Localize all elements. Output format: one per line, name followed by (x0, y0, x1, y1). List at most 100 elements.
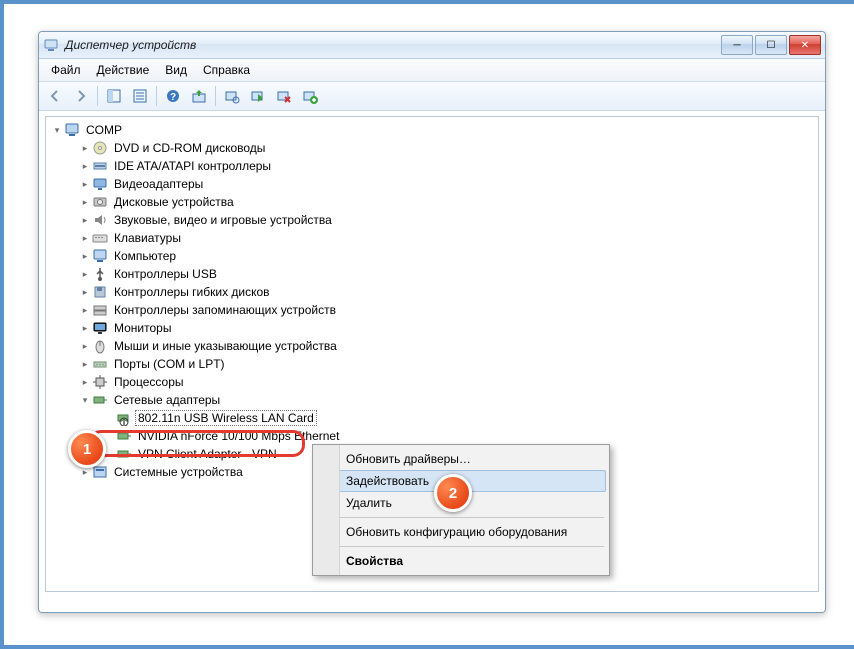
device-label: Процессоры (112, 375, 186, 389)
tree-category-12[interactable]: ▸ Порты (COM и LPT) (46, 355, 818, 373)
device-label: Компьютер (112, 249, 178, 263)
device-label: Контроллеры USB (112, 267, 219, 281)
expander-icon[interactable] (104, 413, 114, 423)
expander-icon[interactable]: ▸ (80, 143, 90, 153)
tree-device-network-1[interactable]: NVIDIA nForce 10/100 Mbps Ethernet (46, 427, 818, 445)
device-icon (92, 230, 108, 246)
device-label: Дисковые устройства (112, 195, 236, 209)
ctx-properties[interactable]: Свойства (316, 550, 606, 572)
tree-category-4[interactable]: ▸ Звуковые, видео и игровые устройства (46, 211, 818, 229)
tree-category-3[interactable]: ▸ Дисковые устройства (46, 193, 818, 211)
expander-icon[interactable]: ▸ (80, 467, 90, 477)
ctx-delete[interactable]: Удалить (316, 492, 606, 514)
device-icon (116, 410, 132, 426)
device-label: Звуковые, видео и игровые устройства (112, 213, 334, 227)
expander-icon[interactable]: ▸ (80, 215, 90, 225)
app-icon (43, 37, 59, 53)
device-icon (92, 140, 108, 156)
menu-file[interactable]: Файл (43, 61, 89, 79)
device-label: DVD и CD-ROM дисководы (112, 141, 267, 155)
device-label: Контроллеры гибких дисков (112, 285, 272, 299)
device-icon (92, 158, 108, 174)
device-icon (92, 320, 108, 336)
menu-action[interactable]: Действие (89, 61, 158, 79)
tree-category-1[interactable]: ▸ IDE ATA/ATAPI контроллеры (46, 157, 818, 175)
menubar: Файл Действие Вид Справка (39, 59, 825, 82)
help-button[interactable]: ? (161, 84, 185, 108)
device-icon (92, 284, 108, 300)
expander-icon[interactable]: ▸ (80, 197, 90, 207)
expander-icon[interactable]: ▸ (80, 305, 90, 315)
expander-icon[interactable] (104, 449, 114, 459)
expander-icon[interactable]: ▸ (80, 269, 90, 279)
expander-icon[interactable]: ▸ (80, 341, 90, 351)
device-label: NVIDIA nForce 10/100 Mbps Ethernet (136, 429, 341, 443)
expander-icon[interactable] (104, 431, 114, 441)
expander-icon[interactable]: ▸ (80, 323, 90, 333)
tree-device-network-0[interactable]: 802.11n USB Wireless LAN Card (46, 409, 818, 427)
close-button[interactable]: ✕ (789, 35, 821, 55)
tree-category-8[interactable]: ▸ Контроллеры гибких дисков (46, 283, 818, 301)
tree-root-node[interactable]: ▾ COMP (46, 121, 818, 139)
minimize-button[interactable]: ─ (721, 35, 753, 55)
device-label: COMP (84, 123, 124, 137)
menu-help[interactable]: Справка (195, 61, 258, 79)
expander-icon[interactable]: ▾ (52, 125, 62, 135)
forward-button[interactable] (69, 84, 93, 108)
add-legacy-hardware-button[interactable] (298, 84, 322, 108)
device-icon (116, 428, 132, 444)
ctx-update-drivers[interactable]: Обновить драйверы… (316, 448, 606, 470)
device-icon (92, 302, 108, 318)
expander-icon[interactable]: ▸ (80, 179, 90, 189)
tree-category-0[interactable]: ▸ DVD и CD-ROM дисководы (46, 139, 818, 157)
tree-category-10[interactable]: ▸ Мониторы (46, 319, 818, 337)
properties-button[interactable] (128, 84, 152, 108)
device-icon (92, 212, 108, 228)
expander-icon[interactable]: ▸ (80, 233, 90, 243)
device-icon (92, 194, 108, 210)
expander-icon[interactable]: ▸ (80, 287, 90, 297)
device-label: Контроллеры запоминающих устройств (112, 303, 338, 317)
update-driver-button[interactable] (187, 84, 211, 108)
expander-icon[interactable]: ▸ (80, 251, 90, 261)
svg-text:?: ? (170, 92, 176, 103)
device-label: VPN Client Adapter - VPN (136, 447, 279, 461)
tree-category-6[interactable]: ▸ Компьютер (46, 247, 818, 265)
maximize-button[interactable]: ☐ (755, 35, 787, 55)
tree-category-5[interactable]: ▸Клавиатуры (46, 229, 818, 247)
device-label: IDE ATA/ATAPI контроллеры (112, 159, 273, 173)
device-label: Системные устройства (112, 465, 245, 479)
uninstall-device-button[interactable] (272, 84, 296, 108)
context-menu: Обновить драйверы… Задействовать Удалить… (312, 444, 610, 576)
device-icon (64, 122, 80, 138)
expander-icon[interactable]: ▸ (80, 377, 90, 387)
device-icon (92, 248, 108, 264)
tree-category-11[interactable]: ▸ Мыши и иные указывающие устройства (46, 337, 818, 355)
tree-category-9[interactable]: ▸ Контроллеры запоминающих устройств (46, 301, 818, 319)
device-label: Видеоадаптеры (112, 177, 205, 191)
ctx-enable[interactable]: Задействовать (316, 470, 606, 492)
ctx-scan-hardware[interactable]: Обновить конфигурацию оборудования (316, 521, 606, 543)
device-label: 802.11n USB Wireless LAN Card (136, 411, 316, 425)
tree-category-2[interactable]: ▸ Видеоадаптеры (46, 175, 818, 193)
enable-device-button[interactable] (246, 84, 270, 108)
toolbar: ? (39, 82, 825, 111)
device-label: Мониторы (112, 321, 173, 335)
device-icon (92, 356, 108, 372)
device-icon (116, 446, 132, 462)
device-label: Мыши и иные указывающие устройства (112, 339, 339, 353)
expander-icon[interactable]: ▾ (80, 395, 90, 405)
scan-hardware-button[interactable] (220, 84, 244, 108)
tree-category-network[interactable]: ▾ Сетевые адаптеры (46, 391, 818, 409)
menu-view[interactable]: Вид (157, 61, 195, 79)
window-title: Диспетчер устройств (65, 38, 721, 52)
device-label: Порты (COM и LPT) (112, 357, 227, 371)
tree-category-13[interactable]: ▸ Процессоры (46, 373, 818, 391)
expander-icon[interactable]: ▸ (80, 161, 90, 171)
back-button[interactable] (43, 84, 67, 108)
expander-icon[interactable]: ▸ (80, 359, 90, 369)
tree-category-7[interactable]: ▸ Контроллеры USB (46, 265, 818, 283)
device-label: Сетевые адаптеры (112, 393, 222, 407)
show-tree-button[interactable] (102, 84, 126, 108)
titlebar: Диспетчер устройств ─ ☐ ✕ (39, 32, 825, 59)
